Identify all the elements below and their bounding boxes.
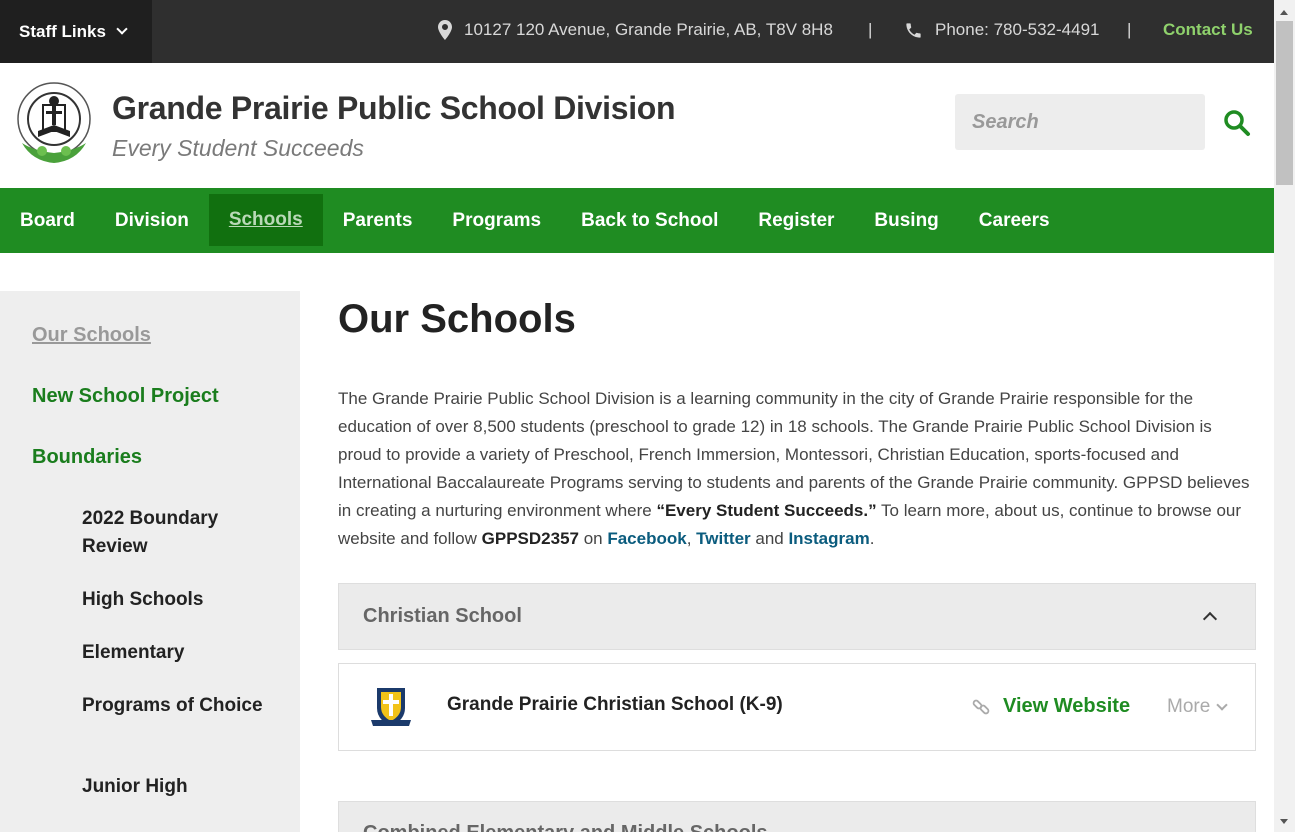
scroll-down-arrow-icon[interactable] (1280, 819, 1288, 824)
nav-careers[interactable]: Careers (959, 188, 1070, 253)
phone[interactable]: Phone: 780-532-4491 (904, 20, 1099, 40)
accordion-title: Christian School (363, 605, 522, 627)
link-icon (972, 699, 990, 714)
intro-handle: GPPSD2357 (481, 529, 579, 548)
nav-division[interactable]: Division (95, 188, 209, 253)
sidebar-subitem-2022-boundary-review[interactable]: 2022 Boundary Review (82, 505, 272, 561)
intro-motto: “Every Student Succeeds.” (656, 501, 877, 520)
map-pin-icon (438, 20, 452, 40)
accordion-christian-school[interactable]: Christian School (338, 583, 1256, 650)
intro-text: , (686, 529, 692, 548)
page: Staff Links 10127 120 Avenue, Grande Pra… (0, 0, 1274, 832)
staff-links-dropdown[interactable]: Staff Links (0, 0, 152, 63)
school-name: Grande Prairie Christian School (K-9) (447, 694, 783, 715)
intro-text: and (750, 529, 789, 548)
nav-programs[interactable]: Programs (432, 188, 561, 253)
sidebar: Our Schools New School Project Boundarie… (0, 291, 300, 832)
nav-schools[interactable]: Schools (208, 194, 323, 246)
view-website-link[interactable]: View Website (971, 695, 1130, 718)
sidebar-item-our-schools[interactable]: Our Schools (32, 324, 151, 347)
site-tagline: Every Student Succeeds (112, 135, 364, 161)
school-crest-logo (371, 688, 411, 726)
address-text: 10127 120 Avenue, Grande Prairie, AB, T8… (464, 20, 833, 39)
scrollbar-thumb[interactable] (1276, 21, 1293, 185)
more-toggle[interactable]: More (1167, 696, 1228, 718)
search-input[interactable] (955, 94, 1205, 150)
instagram-link[interactable]: Instagram (788, 529, 869, 548)
address: 10127 120 Avenue, Grande Prairie, AB, T8… (438, 20, 833, 40)
sidebar-subitem-elementary[interactable]: Elementary (82, 639, 272, 667)
accordion-combined-schools[interactable]: Combined Elementary and Middle Schools (338, 801, 1256, 832)
nav-board[interactable]: Board (0, 188, 95, 253)
search-icon[interactable] (1222, 108, 1252, 138)
scroll-up-arrow-icon[interactable] (1280, 10, 1288, 15)
sidebar-item-boundaries[interactable]: Boundaries (32, 446, 142, 469)
twitter-link[interactable]: Twitter (696, 529, 750, 548)
intro-text: . (869, 529, 875, 548)
main-nav: Board Division Schools Parents Programs … (0, 188, 1274, 253)
school-division-logo[interactable] (12, 81, 96, 165)
contact-us-link[interactable]: Contact Us (1163, 20, 1253, 40)
facebook-link[interactable]: Facebook (607, 529, 686, 548)
chevron-down-icon (116, 23, 128, 35)
staff-links-label: Staff Links (19, 21, 106, 41)
sidebar-subitem-junior-high[interactable]: Junior High (82, 773, 272, 801)
chevron-down-icon (1216, 698, 1228, 711)
site-header: Grande Prairie Public School Division Ev… (0, 63, 1274, 188)
nav-register[interactable]: Register (738, 188, 854, 253)
sidebar-subitem-high-schools[interactable]: High Schools (82, 586, 272, 614)
phone-text: Phone: 780-532-4491 (935, 20, 1100, 39)
page-title: Our Schools (338, 297, 576, 341)
phone-icon (906, 22, 921, 38)
site-title[interactable]: Grande Prairie Public School Division (112, 90, 676, 127)
accordion-title: Combined Elementary and Middle Schools (363, 822, 768, 832)
intro-paragraph: The Grande Prairie Public School Divisio… (338, 385, 1256, 553)
divider: | (868, 20, 873, 39)
top-bar: Staff Links 10127 120 Avenue, Grande Pra… (0, 0, 1274, 63)
chevron-up-icon (1202, 611, 1218, 627)
more-label: More (1167, 696, 1211, 717)
sidebar-subitem-programs-of-choice[interactable]: Programs of Choice (82, 692, 272, 720)
divider: | (1127, 20, 1132, 39)
intro-text: on (578, 529, 608, 548)
view-website-label: View Website (1003, 695, 1131, 717)
page-scrollbar[interactable] (1274, 0, 1295, 832)
sidebar-item-new-school-project[interactable]: New School Project (32, 385, 219, 408)
nav-parents[interactable]: Parents (323, 188, 433, 253)
nav-back-to-school[interactable]: Back to School (561, 188, 738, 253)
nav-busing[interactable]: Busing (854, 188, 958, 253)
school-card: Grande Prairie Christian School (K-9) Vi… (338, 663, 1256, 751)
